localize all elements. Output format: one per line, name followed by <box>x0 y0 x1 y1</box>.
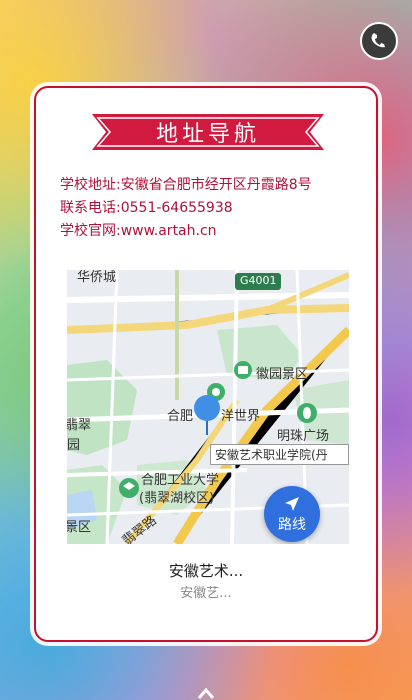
map-label-hfut-campus: (翡翠湖校区) <box>139 491 215 506</box>
address-card: 地址导航 学校地址:安徽省合肥市经开区丹霞路8号 联系电话:0551-64655… <box>34 86 378 642</box>
music-note-icon <box>371 33 385 48</box>
place-name: 安徽艺术... <box>168 562 244 580</box>
map-label-g4001: G4001 <box>240 274 277 287</box>
address-text: 学校地址:安徽省合肥市经开区丹霞路8号 <box>60 177 312 193</box>
destination-label[interactable]: 安徽艺术职业学院(丹 <box>210 444 349 465</box>
map-view[interactable]: 华侨城 G4001 徽园景区 合肥 洋世界 明珠广场 翡翠 园 景区 合肥工业大… <box>67 270 349 544</box>
map-label-hfut: 合肥工业大学 <box>141 473 220 488</box>
map-label-huaqiao: 华侨城 <box>77 270 117 285</box>
website-text[interactable]: 学校官网:www.artah.cn <box>60 220 366 243</box>
chevron-up-icon[interactable] <box>196 686 216 700</box>
map-label-hefei: 合肥 <box>167 409 194 424</box>
route-button-label: 路线 <box>278 516 306 533</box>
map-label-jingqu: 景区 <box>67 520 92 535</box>
contact-info: 学校地址:安徽省合肥市经开区丹霞路8号 联系电话:0551-64655938 学… <box>60 174 366 243</box>
route-button[interactable]: 路线 <box>264 486 320 542</box>
map-label-feicui-left: 翡翠 <box>67 418 92 433</box>
navigation-arrow-icon <box>285 496 299 511</box>
place-subtitle: 安徽艺... <box>180 586 232 601</box>
phone-text[interactable]: 联系电话:0551-64655938 <box>60 197 366 220</box>
map-label-world: 洋世界 <box>221 409 261 424</box>
page-title: 地址导航 <box>155 122 260 147</box>
title-ribbon: 地址导航 <box>92 108 324 156</box>
music-toggle-button[interactable] <box>360 22 398 60</box>
map-label-yuan: 园 <box>67 438 81 453</box>
map-label-huiyuan: 徽园景区 <box>256 367 309 382</box>
map-label-mingzhu: 明珠广场 <box>277 429 330 444</box>
